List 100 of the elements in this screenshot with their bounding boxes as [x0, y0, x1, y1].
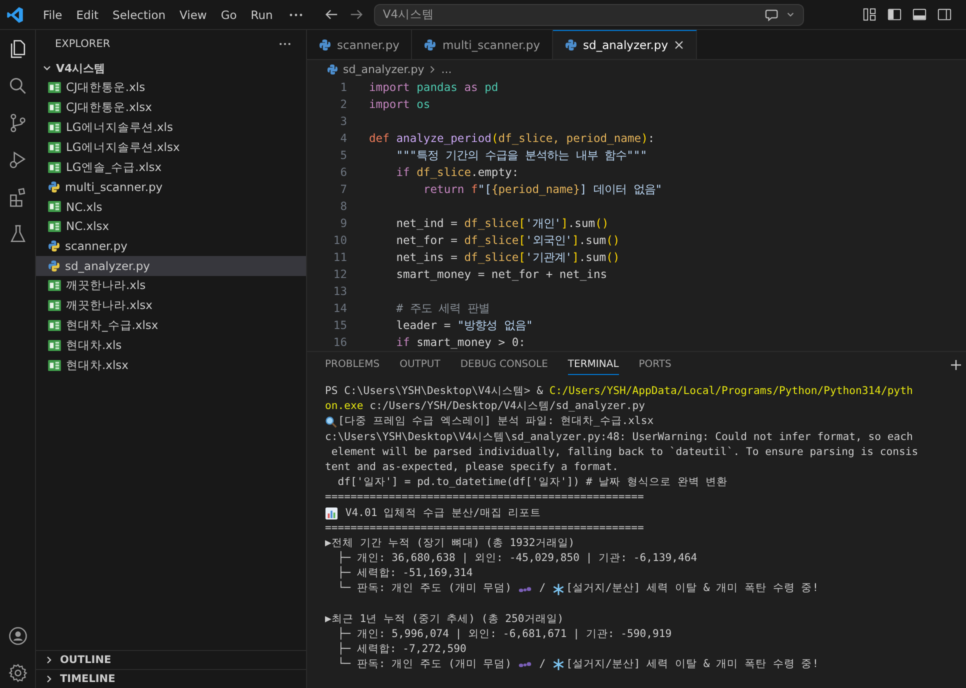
terminal-text: [설거지/분산] 세력 이탈 & 개미 폭탄 수령 중!	[566, 657, 819, 672]
terminal-text: ▶전체 기간 누적 (장기 뼈대) (총 1932거래일)	[325, 536, 575, 551]
terminal-path: C:/Users/YSH/AppData/Local/Programs/Python/Python314/pyth	[549, 384, 913, 399]
python-file-icon	[327, 64, 338, 75]
python-file-icon	[48, 180, 60, 193]
panel-tab[interactable]: PORTS	[638, 355, 672, 375]
spreadsheet-file-icon	[48, 360, 61, 371]
explorer-row[interactable]: multi_scanner.py	[36, 176, 306, 197]
python-file-icon	[565, 39, 578, 51]
line-number: 5	[339, 148, 347, 164]
spreadsheet-file-icon	[48, 280, 61, 292]
line-number: 3	[339, 114, 347, 130]
layout-customize-icon[interactable]	[862, 7, 877, 22]
line-number: 2	[339, 97, 347, 113]
chevron-down-icon[interactable]	[786, 10, 795, 19]
python-file-icon	[48, 240, 60, 252]
panel-tab[interactable]: PROBLEMS	[325, 355, 380, 375]
line-number: 14	[332, 301, 347, 317]
line-number: 4	[339, 131, 347, 147]
spreadsheet-file-icon	[48, 82, 61, 94]
terminal-text: ├─ 세력합: -7,272,590	[336, 642, 466, 657]
toggle-sidebar-icon[interactable]	[887, 7, 902, 22]
back-arrow-icon[interactable]	[324, 7, 339, 22]
settings-icon[interactable]	[6, 662, 28, 684]
more-icon[interactable]	[288, 12, 304, 18]
line-number: 6	[339, 165, 347, 181]
menu-item[interactable]: Run	[244, 8, 280, 22]
explorer-row[interactable]: CJ대한통운.xls	[36, 78, 306, 98]
line-number: 10	[332, 233, 347, 249]
command-center-label: V4시스템	[382, 7, 436, 22]
breadcrumb-item[interactable]: ...	[441, 63, 452, 76]
explorer-row[interactable]: sd_analyzer.py	[36, 256, 306, 276]
spreadsheet-file-icon	[48, 102, 61, 114]
more-icon[interactable]	[278, 41, 292, 47]
terminal-text: /	[538, 657, 547, 672]
menu-item[interactable]: Go	[214, 8, 244, 22]
toggle-panel-icon[interactable]	[912, 7, 927, 22]
snowflake-icon	[552, 582, 566, 596]
spreadsheet-file-icon	[48, 220, 61, 232]
menu-item[interactable]: File	[36, 8, 70, 22]
explorer-row[interactable]: scanner.py	[36, 236, 306, 256]
terminal-text: df['일자'] = pd.to_datetime(df['일자']) # 날짜 형식으로 완벽 변환	[336, 475, 728, 490]
terminal-text: element will be parsed individually, falling back to `dateutil`. To ensure parsing is consis	[330, 444, 918, 460]
explorer-row[interactable]: NC.xlsx	[36, 216, 306, 236]
terminal-text: ==================================================	[325, 490, 644, 506]
breadcrumb-item[interactable]: sd_analyzer.py	[343, 63, 424, 76]
command-center[interactable]: V4시스템	[374, 4, 804, 26]
code-line: net_ins = df_slice['기관계'].sum()	[395, 250, 620, 266]
forward-arrow-icon[interactable]	[348, 7, 364, 22]
panel-tab[interactable]: TERMINAL	[568, 355, 619, 375]
terminal-text: /	[538, 581, 547, 596]
code-line: """특정 기간의 수급을 분석하는 내부 함수"""	[395, 148, 648, 164]
explorer-row[interactable]: CJ대한통운.xlsx	[36, 98, 306, 118]
panel-tab[interactable]: OUTPUT	[400, 355, 440, 375]
panel-tab[interactable]: DEBUG CONSOLE	[460, 355, 548, 375]
sidebar-section-header[interactable]: OUTLINE	[36, 650, 306, 669]
explorer-row[interactable]: NC.xls	[36, 196, 306, 217]
explorer-row[interactable]: 현대차.xls	[36, 335, 306, 356]
editor-tab[interactable]: sd_analyzer.py	[553, 30, 698, 59]
explorer-row[interactable]: 현대차_수급.xlsx	[36, 316, 306, 336]
code-line: return f"[{period_name}] 데이터 없음"	[422, 182, 662, 198]
code-line: import pandas as pd	[369, 80, 498, 96]
python-file-icon	[319, 38, 331, 50]
explorer-row[interactable]: 깨끗한나라.xlsx	[36, 296, 306, 316]
python-file-icon	[48, 260, 60, 272]
terminal-text: ├─ 세력합: -51,169,314	[336, 566, 473, 581]
spreadsheet-file-icon	[48, 162, 61, 173]
line-number: 16	[332, 335, 347, 351]
terminal-text: ==================================================	[325, 520, 644, 536]
spreadsheet-file-icon	[48, 300, 61, 312]
close-icon[interactable]	[674, 40, 684, 50]
sidebar-title: EXPLORER	[55, 38, 110, 50]
explorer-row[interactable]: 현대차.xlsx	[36, 355, 306, 375]
code-line: def analyze_period(df_slice, period_name):	[369, 131, 655, 147]
menu-item[interactable]: View	[172, 8, 214, 22]
spreadsheet-file-icon	[48, 201, 61, 212]
menu-item[interactable]: Edit	[69, 8, 106, 22]
terminal-text: ├─ 개인: 5,996,074 | 외인: -6,681,671 | 기관: -590,919	[336, 627, 672, 642]
explorer-row[interactable]: LG엔솔_수급.xlsx	[36, 157, 306, 177]
code-line: net_ind = df_slice['개인'].sum()	[395, 216, 609, 232]
snowflake-icon	[552, 658, 566, 672]
line-number: 9	[339, 216, 347, 232]
explorer-row[interactable]: LG에너지솔루션.xls	[36, 118, 306, 138]
menu-item[interactable]: Selection	[106, 8, 173, 22]
spreadsheet-file-icon	[48, 122, 61, 133]
magnifier-icon	[325, 416, 337, 428]
explorer-row[interactable]: 깨끗한나라.xls	[36, 276, 306, 296]
terminal-text: └─ 판독: 개인 주도 (개미 무덤)	[336, 657, 513, 672]
terminal-text: tent and as-expected, please specify a format.	[325, 460, 618, 475]
spreadsheet-file-icon	[48, 340, 61, 351]
sidebar-section-header[interactable]: TIMELINE	[36, 669, 306, 688]
code-line: if df_slice.empty:	[395, 165, 519, 181]
code-line: # 주도 세력 판별	[395, 301, 490, 317]
plus-icon[interactable]	[950, 359, 962, 371]
chat-icon[interactable]	[764, 7, 780, 22]
explorer-row[interactable]: LG에너지솔루션.xlsx	[36, 137, 306, 158]
folder-row[interactable]: V4시스템	[36, 58, 306, 78]
account-icon[interactable]	[6, 625, 28, 647]
terminal-text: c:/Users/YSH/Desktop/V4시스템/sd_analyzer.py	[368, 399, 646, 414]
toggle-secondary-sidebar-icon[interactable]	[937, 7, 952, 22]
